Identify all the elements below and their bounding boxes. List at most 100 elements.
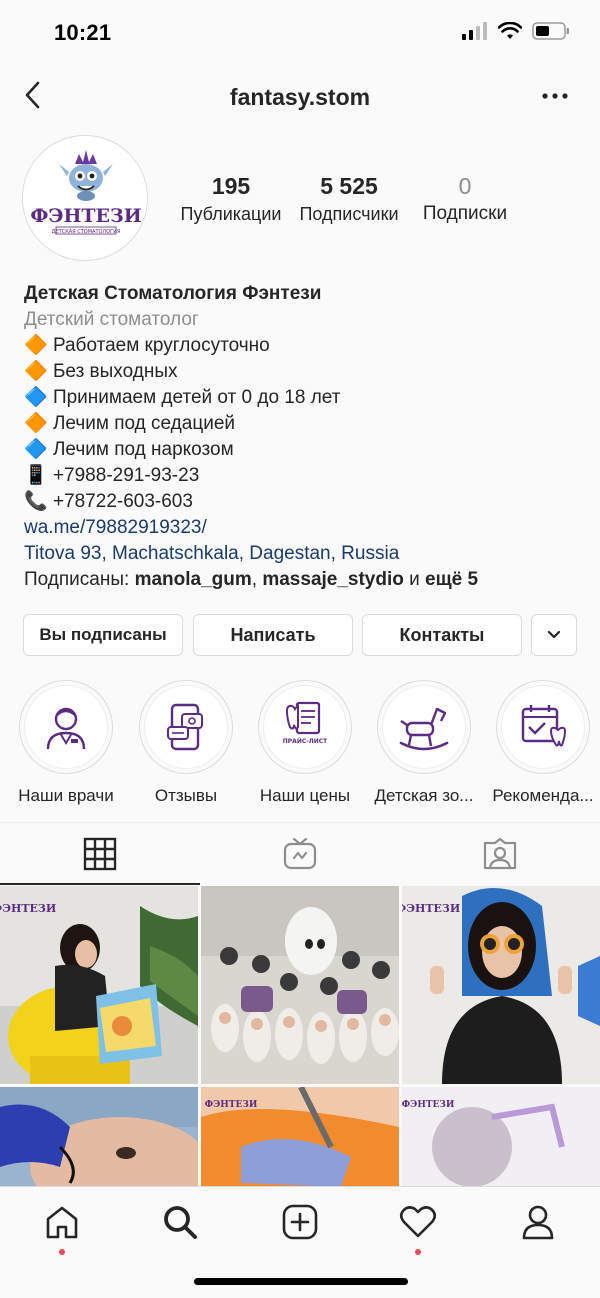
highlight-cover — [24, 685, 108, 769]
more-options-button[interactable] — [540, 82, 570, 110]
post-thumbnail[interactable]: ФЭНТЕЗИ — [0, 886, 198, 1084]
svg-text:ФЭНТЕЗИ: ФЭНТЕЗИ — [402, 1100, 455, 1110]
followed-by-prefix: Подписаны: — [24, 569, 135, 590]
igtv-icon — [283, 837, 317, 870]
following-count: 0 — [458, 173, 472, 199]
posts-grid: ФЭНТЕЗИ — [0, 886, 600, 1186]
svg-text:ФЭНТЕЗИ: ФЭНТЕЗИ — [205, 1100, 258, 1110]
post-image: ФЭНТЕЗИ — [402, 886, 600, 1084]
nav-new-post[interactable] — [270, 1197, 330, 1247]
profile-tabs — [0, 822, 600, 885]
fantasy-logo-icon: ФЭНТЕЗИ ДЕТСКАЯ СТОМАТОЛОГИЯ — [23, 136, 147, 260]
svg-text:ФЭНТЕЗИ: ФЭНТЕЗИ — [402, 902, 460, 915]
bio-line: 📱 +7988-291-93-23 — [24, 463, 584, 489]
message-button[interactable]: Написать — [193, 614, 353, 656]
highlight-kids-zone[interactable]: Детская зо... — [369, 680, 479, 806]
highlight-ring — [377, 680, 471, 774]
status-bar: 10:21 — [0, 0, 600, 64]
highlight-cover — [501, 685, 585, 769]
highlight-doctors[interactable]: Наши врачи — [11, 680, 121, 806]
username-title: fantasy.stom — [229, 84, 371, 110]
followed-by-and: и — [403, 569, 426, 590]
post-image: ФЭНТЕЗИ — [402, 1087, 600, 1186]
more-horizontal-icon — [542, 93, 568, 99]
nav-activity[interactable] — [388, 1197, 448, 1255]
signal-icon — [462, 22, 487, 40]
contacts-button[interactable]: Контакты — [362, 614, 522, 656]
highlight-ring — [139, 680, 233, 774]
highlight-label: Наши цены — [259, 786, 351, 805]
post-thumbnail[interactable]: ФЭНТЕЗИ — [402, 1087, 600, 1186]
post-thumbnail[interactable]: ФЭНТЕЗИ — [402, 886, 600, 1084]
bio-line: 📞 +78722-603-603 — [24, 489, 584, 515]
profile-avatar[interactable]: ФЭНТЕЗИ ДЕТСКАЯ СТОМАТОЛОГИЯ — [22, 135, 148, 261]
home-indicator — [194, 1278, 408, 1285]
followed-by-user: massaje_stydio — [262, 569, 404, 590]
bio-line: 🔷 Принимаем детей от 0 до 18 лет — [24, 385, 584, 411]
chevron-down-icon — [547, 630, 561, 639]
stat-followers[interactable]: 5 525 Подписчики — [290, 172, 408, 228]
post-image: ФЭНТЕЗИ — [201, 1087, 399, 1186]
stat-posts[interactable]: 195 Публикации — [172, 172, 290, 228]
highlight-cover: ПРАЙС-ЛИСТ — [263, 685, 347, 769]
highlight-cover — [382, 685, 466, 769]
highlight-recommendations[interactable]: Рекоменда... — [488, 680, 598, 806]
bio-line-text: Лечим под седацией — [52, 413, 235, 434]
bio-phone-mobile: +7988-291-93-23 — [52, 465, 200, 486]
new-post-icon — [282, 1204, 318, 1240]
followed-by-more: ещё 5 — [425, 569, 479, 590]
post-thumbnail[interactable] — [0, 1087, 198, 1186]
highlight-ring — [496, 680, 590, 774]
profile-category: Детский стоматолог — [24, 309, 199, 330]
stat-following[interactable]: 0 Подписки — [408, 172, 522, 228]
nav-home[interactable] — [32, 1197, 92, 1255]
grid-icon — [83, 837, 117, 871]
suggested-dropdown-button[interactable] — [531, 614, 577, 656]
followed-by-user: manola_gum — [134, 569, 252, 590]
bio-line-text: Принимаем детей от 0 до 18 лет — [52, 387, 341, 408]
nav-search[interactable] — [150, 1197, 210, 1247]
highlight-cover — [144, 685, 228, 769]
highlight-label: Рекоменда... — [492, 786, 594, 805]
post-image — [0, 1087, 198, 1186]
bio-line: 🔷 Лечим под наркозом — [24, 437, 584, 463]
nav-profile[interactable] — [508, 1197, 568, 1247]
followers-label: Подписчики — [299, 204, 399, 224]
bio-website-link[interactable]: wa.me/79882919323/ — [24, 515, 584, 541]
post-thumbnail[interactable]: ФЭНТЕЗИ — [201, 1087, 399, 1186]
profile-bio: Детская Стоматология Фэнтези Детский сто… — [24, 281, 584, 593]
notification-dot — [59, 1249, 65, 1255]
bio-phone-landline: +78722-603-603 — [52, 491, 193, 512]
mobile-phone-icon: 📱 — [24, 465, 48, 486]
tab-igtv[interactable] — [200, 823, 400, 885]
status-time: 10:21 — [54, 20, 112, 45]
highlight-prices[interactable]: ПРАЙС-ЛИСТ Наши цены — [250, 680, 360, 806]
highlight-label: Отзывы — [154, 786, 218, 805]
highlight-label: Наши врачи — [18, 786, 114, 805]
search-icon — [164, 1206, 197, 1239]
blue-diamond-icon: 🔷 — [24, 439, 48, 460]
post-image: ФЭНТЕЗИ — [0, 886, 198, 1084]
following-label: Подписки — [422, 203, 508, 224]
bio-location-link[interactable]: Titova 93, Machatschkala, Dagestan, Russ… — [24, 541, 584, 567]
tab-posts-grid[interactable] — [0, 823, 200, 885]
notification-dot — [415, 1249, 421, 1255]
highlight-ring: ПРАЙС-ЛИСТ — [258, 680, 352, 774]
bio-line-text: Лечим под наркозом — [52, 439, 234, 460]
wifi-icon — [498, 22, 522, 39]
posts-label: Публикации — [180, 204, 282, 224]
status-icons — [462, 22, 570, 40]
home-icon — [46, 1206, 78, 1239]
reviews-phone-icon — [167, 703, 203, 751]
orange-diamond-icon: 🔶 — [24, 361, 48, 382]
post-thumbnail[interactable] — [201, 886, 399, 1084]
followed-by[interactable]: Подписаны: manola_gum, massaje_stydio и … — [24, 567, 584, 593]
followed-by-separator: , — [251, 569, 263, 590]
highlight-reviews[interactable]: Отзывы — [131, 680, 241, 806]
posts-count: 195 — [211, 173, 251, 199]
bio-line: 🔶 Лечим под седацией — [24, 411, 584, 437]
orange-diamond-icon: 🔶 — [24, 413, 48, 434]
doctor-icon — [46, 707, 86, 750]
tab-tagged[interactable] — [400, 823, 600, 885]
following-button[interactable]: Вы подписаны — [23, 614, 183, 656]
